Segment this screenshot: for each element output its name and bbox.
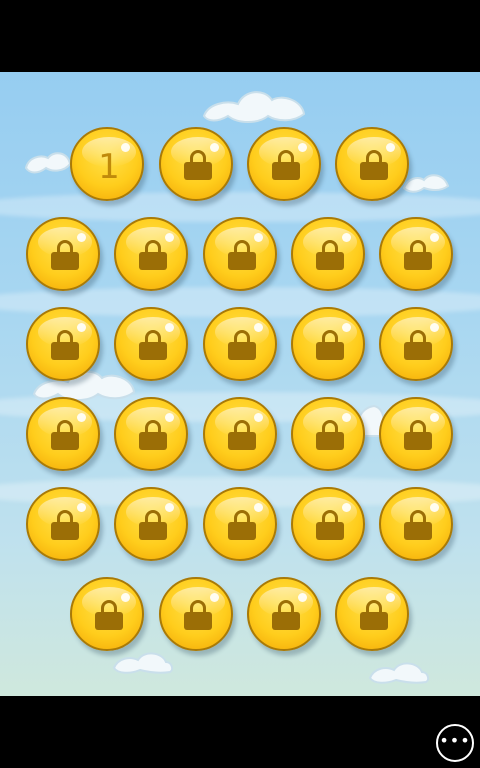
lock-icon	[316, 420, 344, 450]
lock-icon	[139, 330, 167, 360]
level-button[interactable]	[26, 487, 100, 561]
more-options-button[interactable]: •••	[436, 724, 474, 762]
lock-icon	[228, 420, 256, 450]
level-button[interactable]	[203, 397, 277, 471]
level-button[interactable]	[114, 487, 188, 561]
lock-icon	[184, 150, 212, 180]
level-button[interactable]	[114, 217, 188, 291]
level-button[interactable]	[203, 307, 277, 381]
app-bar	[0, 696, 480, 768]
lock-icon	[139, 510, 167, 540]
lock-icon	[404, 420, 432, 450]
level-button[interactable]	[379, 397, 453, 471]
lock-icon	[360, 600, 388, 630]
level-number: 1	[98, 147, 120, 187]
level-button[interactable]	[379, 487, 453, 561]
level-button[interactable]	[335, 127, 409, 201]
lock-icon	[404, 330, 432, 360]
level-button[interactable]	[291, 487, 365, 561]
lock-icon	[316, 330, 344, 360]
level-button[interactable]	[291, 307, 365, 381]
level-button[interactable]	[159, 577, 233, 651]
level-button[interactable]	[114, 397, 188, 471]
level-button[interactable]	[26, 307, 100, 381]
ellipsis-icon: •••	[439, 731, 471, 750]
lock-icon	[228, 330, 256, 360]
lock-icon	[95, 600, 123, 630]
lock-icon	[139, 420, 167, 450]
level-button[interactable]	[70, 577, 144, 651]
top-black-bar	[0, 0, 480, 72]
level-button[interactable]	[159, 127, 233, 201]
lock-icon	[272, 600, 300, 630]
level-button[interactable]	[335, 577, 409, 651]
level-grid: 1	[0, 72, 480, 696]
lock-icon	[51, 420, 79, 450]
lock-icon	[272, 150, 300, 180]
level-button[interactable]	[114, 307, 188, 381]
lock-icon	[51, 240, 79, 270]
level-button[interactable]	[203, 217, 277, 291]
lock-icon	[404, 510, 432, 540]
lock-icon	[139, 240, 167, 270]
level-button[interactable]	[26, 217, 100, 291]
lock-icon	[51, 510, 79, 540]
level-button[interactable]	[291, 397, 365, 471]
lock-icon	[360, 150, 388, 180]
level-button[interactable]	[291, 217, 365, 291]
lock-icon	[51, 330, 79, 360]
sky-background: 1	[0, 72, 480, 696]
lock-icon	[316, 240, 344, 270]
level-button[interactable]: 1	[70, 127, 144, 201]
level-button[interactable]	[379, 307, 453, 381]
lock-icon	[184, 600, 212, 630]
lock-icon	[316, 510, 344, 540]
level-button[interactable]	[203, 487, 277, 561]
lock-icon	[228, 240, 256, 270]
level-button[interactable]	[26, 397, 100, 471]
level-button[interactable]	[247, 577, 321, 651]
level-button[interactable]	[247, 127, 321, 201]
lock-icon	[228, 510, 256, 540]
level-button[interactable]	[379, 217, 453, 291]
lock-icon	[404, 240, 432, 270]
